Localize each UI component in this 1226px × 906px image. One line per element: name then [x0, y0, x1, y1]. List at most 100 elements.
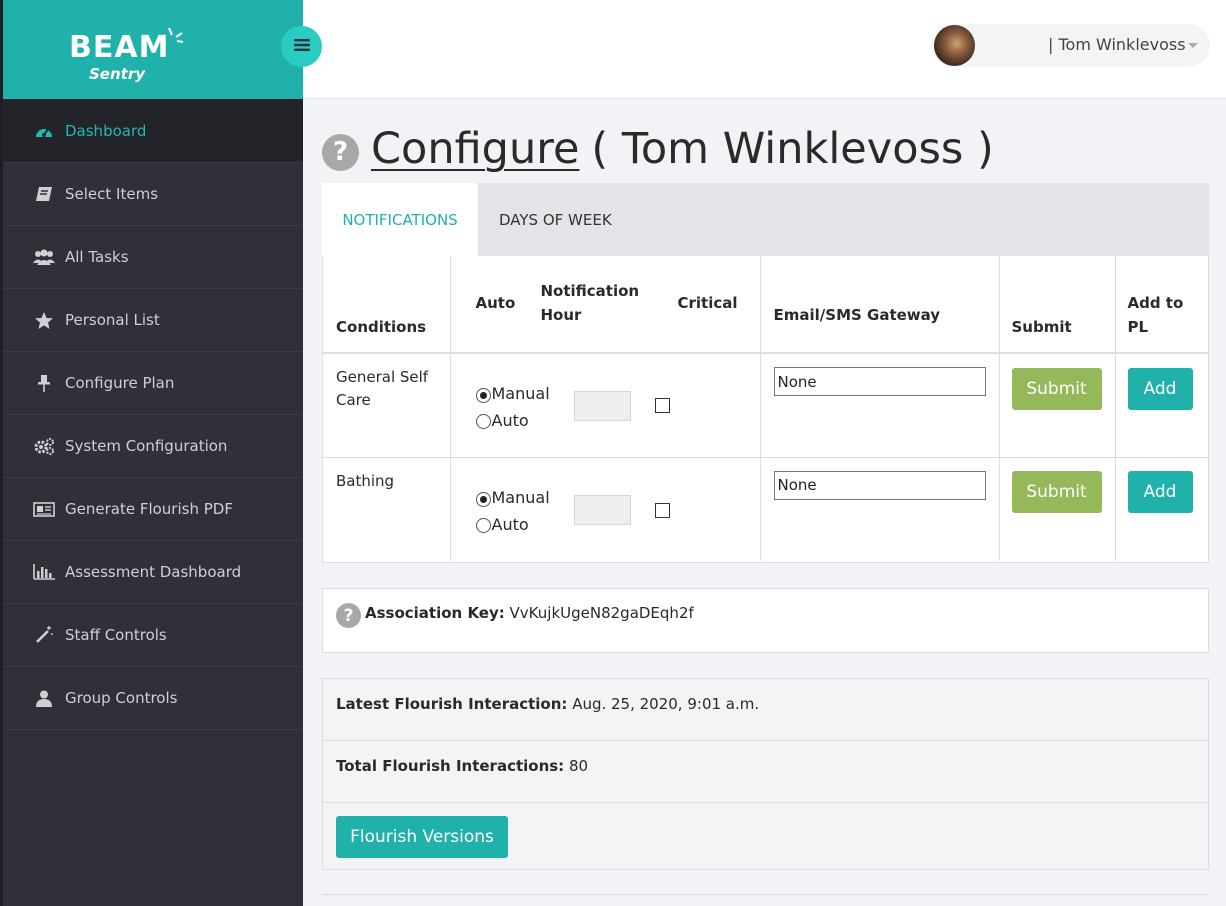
header-conditions-label: Conditions [336, 318, 427, 336]
tab-days-of-week[interactable]: DAYS OF WEEK [499, 183, 612, 256]
gateway-input[interactable] [773, 470, 986, 500]
latest-interaction-row: Latest Flourish Interaction: Aug. 25, 20… [323, 679, 1208, 741]
book-icon [33, 185, 55, 203]
sidebar-item-label: Assessment Dashboard [65, 563, 242, 581]
condition-cell: General Self Care [323, 353, 451, 457]
bar-chart-icon [33, 563, 55, 581]
sidebar-item-label: Generate Flourish PDF [65, 500, 233, 518]
user-name: | Tom Winklevoss [1048, 35, 1186, 54]
page-title: ? Configure ( Tom Winklevoss ) [322, 124, 994, 174]
association-key: Association Key: VvKujkUgeN82gaDEqh2f [365, 604, 694, 622]
total-interactions-label: Total Flourish Interactions: [336, 757, 565, 775]
flourish-card: Latest Flourish Interaction: Aug. 25, 20… [322, 678, 1209, 870]
sidebar-item-configure-plan[interactable]: Configure Plan [3, 352, 303, 415]
header-add-to-pl-2: PL [1127, 318, 1149, 336]
help-icon[interactable]: ? [336, 603, 361, 628]
star-icon [33, 311, 55, 329]
header-submit: Submit [999, 256, 1116, 353]
manual-label: Manual [491, 487, 550, 507]
help-icon[interactable]: ? [322, 133, 359, 171]
sidebar-item-all-tasks[interactable]: All Tasks [3, 226, 303, 289]
brand-logo[interactable]: BEAM Sentry [69, 30, 170, 84]
submit-cell: Submit [999, 457, 1116, 561]
sidebar-item-generate-flourish-pdf[interactable]: Generate Flourish PDF [3, 478, 303, 541]
header-notification-hour-1: Notification [540, 282, 640, 300]
auto-label: Auto [491, 411, 529, 430]
spark-icon [168, 27, 184, 43]
sidebar-item-personal-list[interactable]: Personal List [3, 289, 303, 352]
user-menu[interactable]: | Tom Winklevoss [932, 24, 1210, 67]
auto-radio[interactable] [475, 516, 491, 534]
auto-radio[interactable] [475, 412, 491, 430]
association-key-card: ? Association Key: VvKujkUgeN82gaDEqh2f [322, 588, 1209, 653]
notification-hour-field[interactable] [573, 494, 631, 525]
users-icon [33, 248, 55, 266]
page-title-user: ( Tom Winklevoss ) [591, 124, 994, 174]
avatar [934, 25, 975, 66]
total-interactions-row: Total Flourish Interactions: 80 [323, 741, 1208, 803]
sidebar-item-label: All Tasks [65, 248, 129, 266]
add-cell: Add [1115, 457, 1209, 561]
sidebar-item-dashboard[interactable]: Dashboard [3, 99, 303, 163]
mode-cell: Manual Auto [450, 457, 761, 561]
submit-cell: Submit [999, 353, 1116, 457]
header-submit-label: Submit [1011, 318, 1072, 336]
header-gateway: Email/SMS Gateway [760, 256, 1000, 353]
latest-interaction: Latest Flourish Interaction: Aug. 25, 20… [336, 695, 759, 713]
auto-label: Auto [491, 514, 529, 534]
gears-icon [33, 437, 55, 455]
sidebar-item-label: Staff Controls [65, 626, 167, 644]
caret-down-icon [1188, 43, 1198, 48]
association-key-label: Association Key: [365, 604, 505, 622]
header-auto-group: Auto Notification Hour Critical [450, 256, 761, 353]
header-add-to-pl: Add to PL [1115, 256, 1209, 353]
condition-label-line2: Care [336, 391, 371, 409]
manual-radio[interactable] [475, 490, 491, 508]
header-critical: Critical [677, 294, 738, 312]
hamburger-icon [293, 37, 310, 56]
condition-cell: Bathing [323, 457, 451, 561]
sidebar-item-assessment-dashboard[interactable]: Assessment Dashboard [3, 541, 303, 604]
table-row: Bathing Manual Auto Submit Add [323, 457, 1209, 561]
menu-toggle-button[interactable] [281, 26, 322, 67]
pin-icon [33, 374, 55, 392]
brand-name: BEAM [69, 30, 170, 65]
table-header-row: Conditions Auto Notification Hour Critic… [323, 256, 1209, 353]
association-key-value: VvKujkUgeN82gaDEqh2f [509, 604, 694, 622]
table-row: General Self Care Manual Auto Submit [323, 353, 1209, 457]
tab-notifications[interactable]: NOTIFICATIONS [322, 183, 478, 256]
header-notification-hour-2: Hour [540, 306, 582, 324]
add-button[interactable]: Add [1127, 368, 1193, 410]
flourish-versions-button[interactable]: Flourish Versions [336, 816, 508, 858]
notifications-table: Conditions Auto Notification Hour Critic… [322, 256, 1209, 563]
critical-checkbox[interactable] [654, 502, 670, 518]
sidebar-item-label: Dashboard [65, 121, 147, 140]
page-title-link[interactable]: Configure [371, 124, 579, 174]
add-button[interactable]: Add [1127, 470, 1193, 513]
sidebar-item-group-controls[interactable]: Group Controls [3, 667, 303, 730]
latest-interaction-value: Aug. 25, 2020, 9:01 a.m. [572, 695, 760, 713]
sidebar-item-staff-controls[interactable]: Staff Controls [3, 604, 303, 667]
gateway-input[interactable] [773, 367, 986, 396]
submit-button[interactable]: Submit [1011, 470, 1102, 513]
sidebar-item-label: Select Items [65, 185, 159, 203]
gateway-cell [760, 353, 1000, 457]
divider [322, 894, 1209, 895]
sidebar-item-label: Personal List [65, 311, 160, 329]
notification-hour-field[interactable] [573, 391, 631, 421]
manual-radio[interactable] [475, 386, 491, 404]
sidebar-item-system-configuration[interactable]: System Configuration [3, 415, 303, 478]
condition-label-line1: Bathing [336, 471, 395, 490]
add-cell: Add [1115, 353, 1209, 457]
submit-button[interactable]: Submit [1011, 368, 1102, 410]
user-icon [33, 689, 55, 707]
header-conditions: Conditions [323, 256, 451, 353]
gateway-cell [760, 457, 1000, 561]
manual-label: Manual [491, 384, 550, 403]
tab-bar: NOTIFICATIONS DAYS OF WEEK [322, 183, 1209, 256]
sidebar-item-select-items[interactable]: Select Items [3, 163, 303, 226]
critical-checkbox[interactable] [654, 398, 670, 413]
header-add-to-pl-1: Add to [1127, 294, 1184, 312]
magic-wand-icon [33, 626, 55, 644]
total-interactions-value: 80 [568, 757, 589, 775]
